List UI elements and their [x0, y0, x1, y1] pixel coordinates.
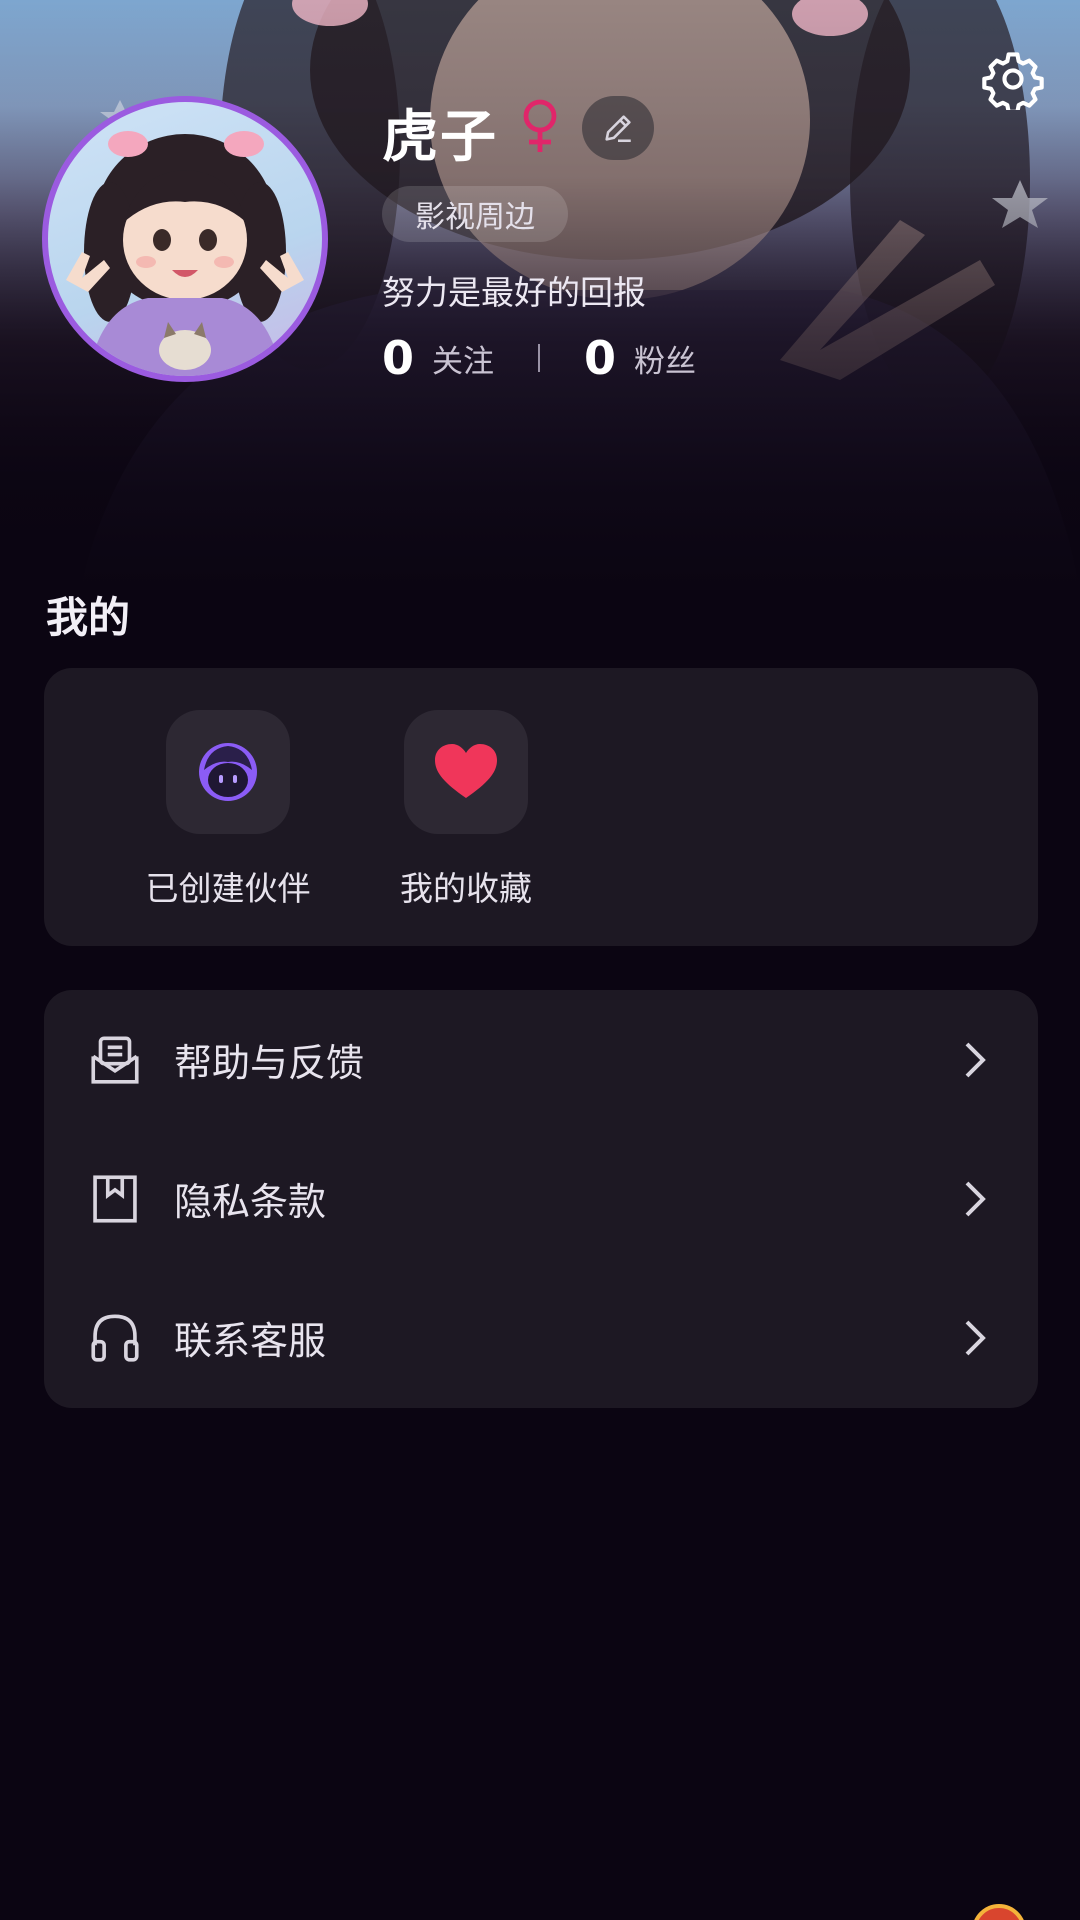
- edit-profile-button[interactable]: [582, 96, 654, 160]
- settings-button[interactable]: [978, 44, 1048, 114]
- menu-item-privacy-terms[interactable]: 隐私条款: [44, 1129, 1038, 1268]
- profile-name: 虎子: [382, 105, 498, 170]
- quick-icon-container: [404, 710, 528, 834]
- followers-count[interactable]: 0: [584, 331, 616, 385]
- menu-label-contact-support: 联系客服: [174, 1319, 327, 1363]
- pencil-icon: [605, 115, 631, 143]
- profile-stats: 0 关注 0 粉丝: [382, 328, 696, 388]
- followers-label[interactable]: 粉丝: [634, 336, 696, 381]
- profile-bio: 努力是最好的回报: [382, 273, 646, 312]
- headset-icon: [91, 1313, 139, 1362]
- created-partners-label: 已创建伙伴: [145, 869, 311, 908]
- quick-actions-card: 已创建伙伴 我的收藏: [44, 668, 1038, 946]
- chevron-right-icon: [965, 1320, 986, 1355]
- following-count[interactable]: 0: [382, 331, 414, 385]
- profile-tag: 影视周边: [382, 186, 568, 242]
- menu-item-help-feedback[interactable]: 帮助与反馈: [44, 990, 1038, 1129]
- gear-icon: [982, 52, 1044, 110]
- menu-label-help-feedback: 帮助与反馈: [174, 1041, 365, 1085]
- chevron-right-icon: [965, 1181, 986, 1216]
- menu-label-privacy-terms: 隐私条款: [174, 1180, 327, 1224]
- female-symbol-icon: [523, 99, 557, 152]
- my-favorites-button[interactable]: 我的收藏: [366, 710, 566, 910]
- stats-divider: [538, 344, 541, 372]
- following-label[interactable]: 关注: [432, 336, 494, 381]
- menu-item-contact-support[interactable]: 联系客服: [44, 1268, 1038, 1407]
- chevron-right-icon: [965, 1042, 986, 1077]
- quick-icon-container: [166, 710, 290, 834]
- my-favorites-label: 我的收藏: [400, 869, 532, 908]
- section-title: 我的: [46, 593, 131, 642]
- avatar[interactable]: [42, 96, 328, 382]
- mail-feedback-icon: [91, 1035, 139, 1084]
- avatar-illustration: [66, 131, 304, 376]
- heart-icon: [435, 744, 497, 798]
- bookmark-document-icon: [93, 1174, 137, 1223]
- created-partners-button[interactable]: 已创建伙伴: [128, 710, 328, 910]
- settings-menu-card: 帮助与反馈 隐私条款 联系客服: [44, 990, 1038, 1408]
- floating-badge-icon[interactable]: [972, 1904, 1026, 1920]
- partner-face-icon: [199, 743, 257, 801]
